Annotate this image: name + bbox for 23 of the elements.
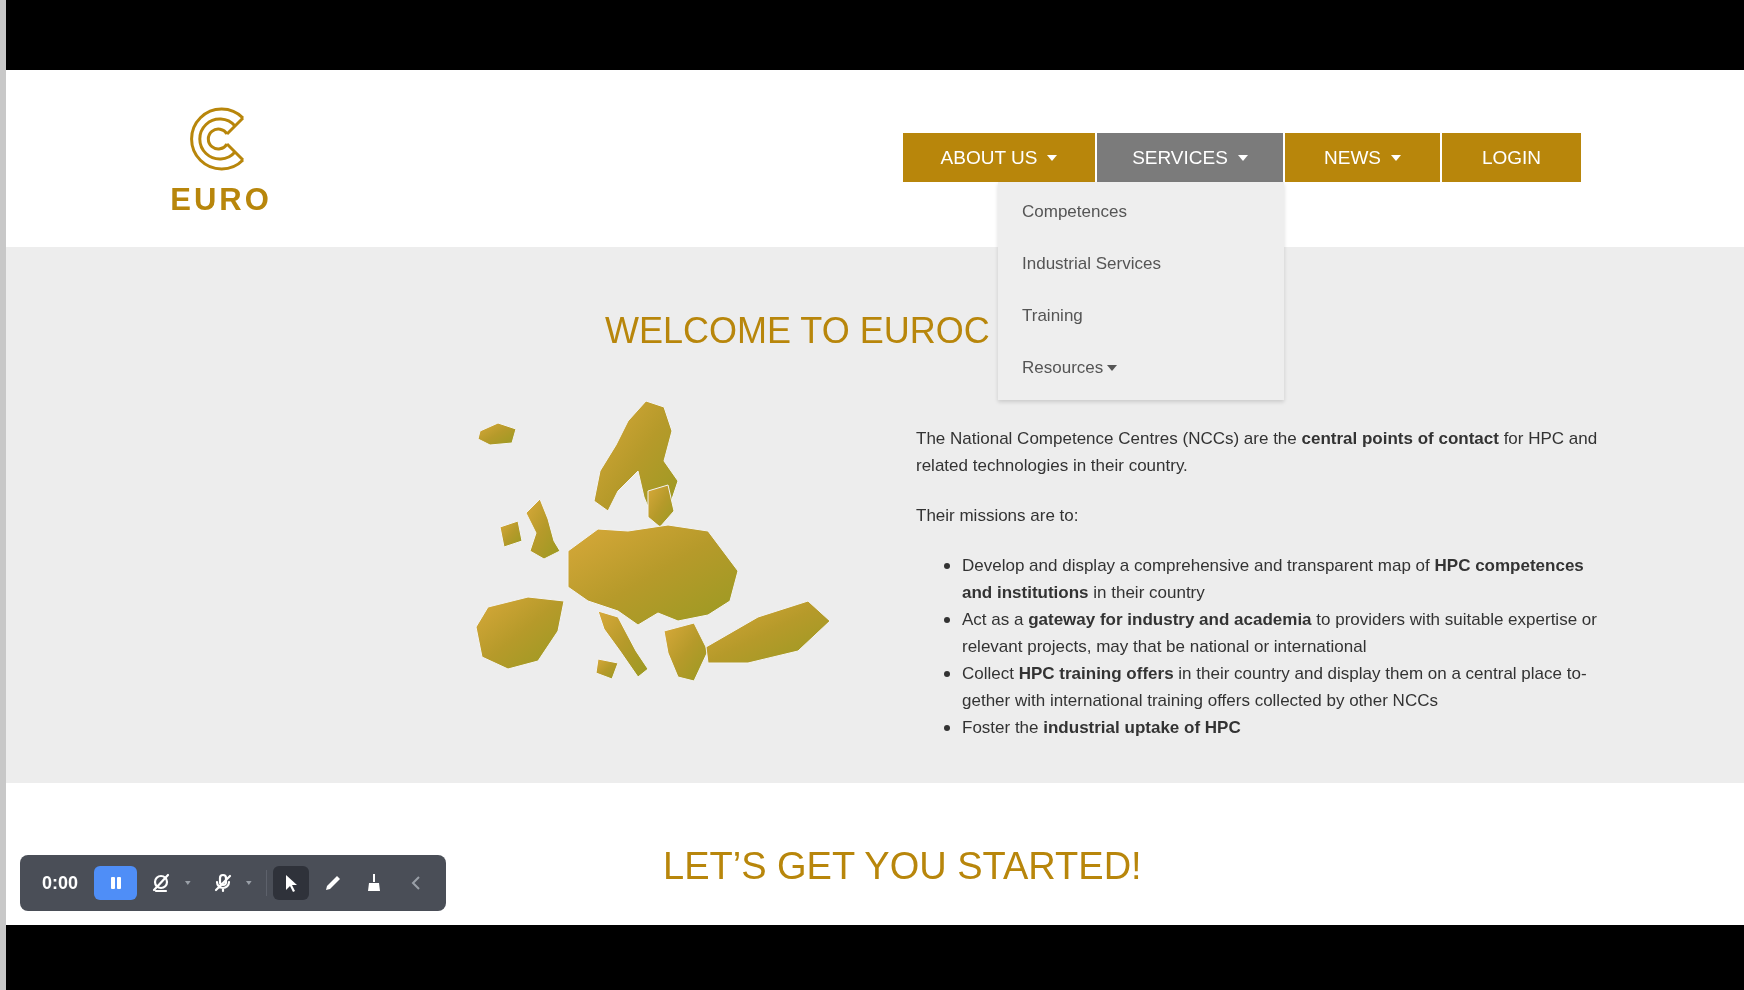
logo-text: EURO: [170, 182, 272, 218]
caret-icon: [185, 881, 191, 885]
bullet-icon: [944, 563, 950, 569]
intro-paragraph: The National Competence Centres (NCCs) are the central points of contact for HPC and related technologies in their country.: [916, 428, 1599, 477]
toolbar-button[interactable]: [94, 866, 138, 900]
section-heading: LET’S GET YOU STARTED!: [663, 845, 1142, 888]
dropdown-item[interactable]: Competences: [998, 186, 1284, 238]
caret-icon: [246, 881, 253, 885]
bullet-icon: [944, 617, 950, 623]
nav-button[interactable]: SERVICES: [1097, 133, 1283, 182]
dropdown-item[interactable]: Training: [998, 290, 1284, 342]
dropdown-item[interactable]: Industrial Services: [998, 238, 1284, 290]
bullet-icon: [944, 725, 950, 731]
camera-off-icon: [151, 873, 172, 893]
bullet-icon: [944, 671, 950, 677]
section-heading: WELCOME TO EUROC: [605, 309, 990, 353]
mic-off-icon: [212, 873, 233, 893]
toolbar-button[interactable]: [273, 866, 309, 900]
timer: 0:00: [42, 872, 79, 894]
mission-item: Foster the industrial uptake of HPC: [962, 718, 1241, 737]
dropdown-item[interactable]: Resources: [998, 342, 1284, 394]
chevron-left-icon: [410, 875, 423, 891]
missions-intro: Their missions are to:: [916, 505, 1080, 527]
